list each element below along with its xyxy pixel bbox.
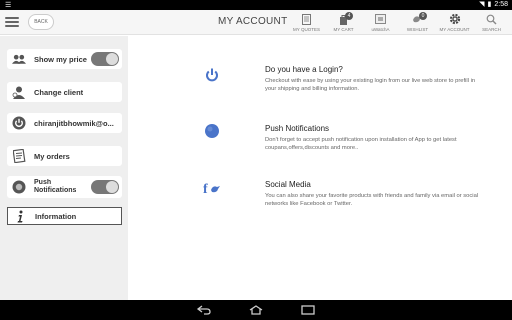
section-description: Checkout with ease by using your existin… (265, 78, 476, 92)
back-nav-icon[interactable] (194, 303, 214, 317)
sidebar-item-label: chiranjitbhowmik@o... (34, 118, 114, 128)
sidebar: Show my price Change client chiranjitbho… (0, 36, 128, 300)
sidebar-item-label: Change client (34, 87, 84, 97)
section-description: Don't forget to accept push notification… (265, 137, 457, 151)
nav-uwatcha[interactable]: uWatchA (362, 11, 399, 35)
section-title: Push Notifications (265, 124, 330, 133)
nav-label: MY ACCOUNT (439, 27, 470, 32)
nav-label: WISHLIST (406, 27, 429, 32)
nav-label: MY QUOTES (293, 27, 320, 32)
status-time: 2:58 (494, 1, 508, 8)
search-icon (486, 13, 498, 25)
nav-label: MY CART (333, 27, 354, 32)
home-nav-icon[interactable] (246, 303, 266, 317)
nav-search[interactable]: SEARCH (473, 11, 510, 35)
nav-label: SEARCH (482, 27, 501, 32)
gear-icon (449, 13, 461, 25)
cart-badge: 4 (345, 12, 353, 20)
label-line: Push (34, 179, 52, 186)
sidebar-item-label: Show my price (34, 54, 87, 64)
sidebar-item-my-orders[interactable]: My orders (7, 146, 122, 166)
app-header: BACK MY ACCOUNT MY QUOTES 4 MY CART uWat… (0, 10, 512, 35)
power-icon (12, 116, 26, 130)
push-notifications-toggle[interactable] (91, 180, 119, 194)
nav-my-account[interactable]: MY ACCOUNT (436, 11, 473, 35)
sidebar-item-label: My orders (34, 151, 70, 161)
system-nav-bar (0, 300, 512, 320)
radio-dot-icon (12, 180, 26, 194)
sidebar-item-change-client[interactable]: Change client (7, 82, 122, 102)
menu-lines-icon: ☰ (5, 2, 12, 9)
watch-icon (375, 13, 387, 25)
users-icon (12, 52, 26, 66)
sidebar-item-account-email[interactable]: chiranjitbhowmik@o... (7, 113, 122, 133)
label-line: Notifications (34, 187, 77, 194)
nav-wishlist[interactable]: 0 WISHLIST (399, 11, 436, 35)
power-icon (200, 63, 224, 87)
nav-my-quotes[interactable]: MY QUOTES (288, 11, 325, 35)
wifi-icon: ◥ (479, 1, 485, 8)
nav-my-cart[interactable]: 4 MY CART (325, 11, 362, 35)
status-bar: ☰ ◥ ▮ 2:58 (0, 0, 512, 10)
main-content: Do you have a Login? Checkout with ease … (128, 36, 512, 300)
wishlist-badge: 0 (419, 12, 427, 20)
hamburger-menu-icon[interactable] (5, 17, 19, 28)
facebook-twitter-icon: f (200, 176, 224, 200)
show-price-toggle[interactable] (91, 52, 119, 66)
nav-label: uWatchA (371, 27, 390, 32)
battery-icon: ▮ (487, 1, 492, 8)
page-title: MY ACCOUNT (218, 16, 288, 27)
svg-text:f: f (203, 182, 208, 197)
sidebar-item-push-notifications[interactable]: Push Notifications (7, 176, 122, 198)
sidebar-item-label: Push Notifications (34, 179, 76, 195)
section-title: Social Media (265, 180, 311, 189)
blue-dot-icon (200, 119, 224, 143)
user-swap-icon (12, 85, 26, 99)
document-icon (301, 13, 313, 25)
sidebar-item-show-my-price[interactable]: Show my price (7, 49, 122, 69)
sidebar-item-information[interactable]: Information (7, 207, 122, 225)
social-media-section: Social Media You can also share your fav… (265, 180, 485, 208)
sidebar-item-label: Information (35, 211, 77, 221)
recents-nav-icon[interactable] (298, 303, 318, 317)
orders-icon (12, 149, 26, 163)
info-icon (13, 209, 27, 223)
section-description: You can also share your favorite product… (265, 193, 479, 207)
login-section: Do you have a Login? Checkout with ease … (265, 65, 485, 93)
push-notifications-section: Push Notifications Don't forget to accep… (265, 124, 485, 152)
back-button[interactable]: BACK (28, 14, 54, 30)
header-nav: MY QUOTES 4 MY CART uWatchA 0 WISHLIST M… (288, 11, 510, 35)
section-title: Do you have a Login? (265, 65, 343, 74)
